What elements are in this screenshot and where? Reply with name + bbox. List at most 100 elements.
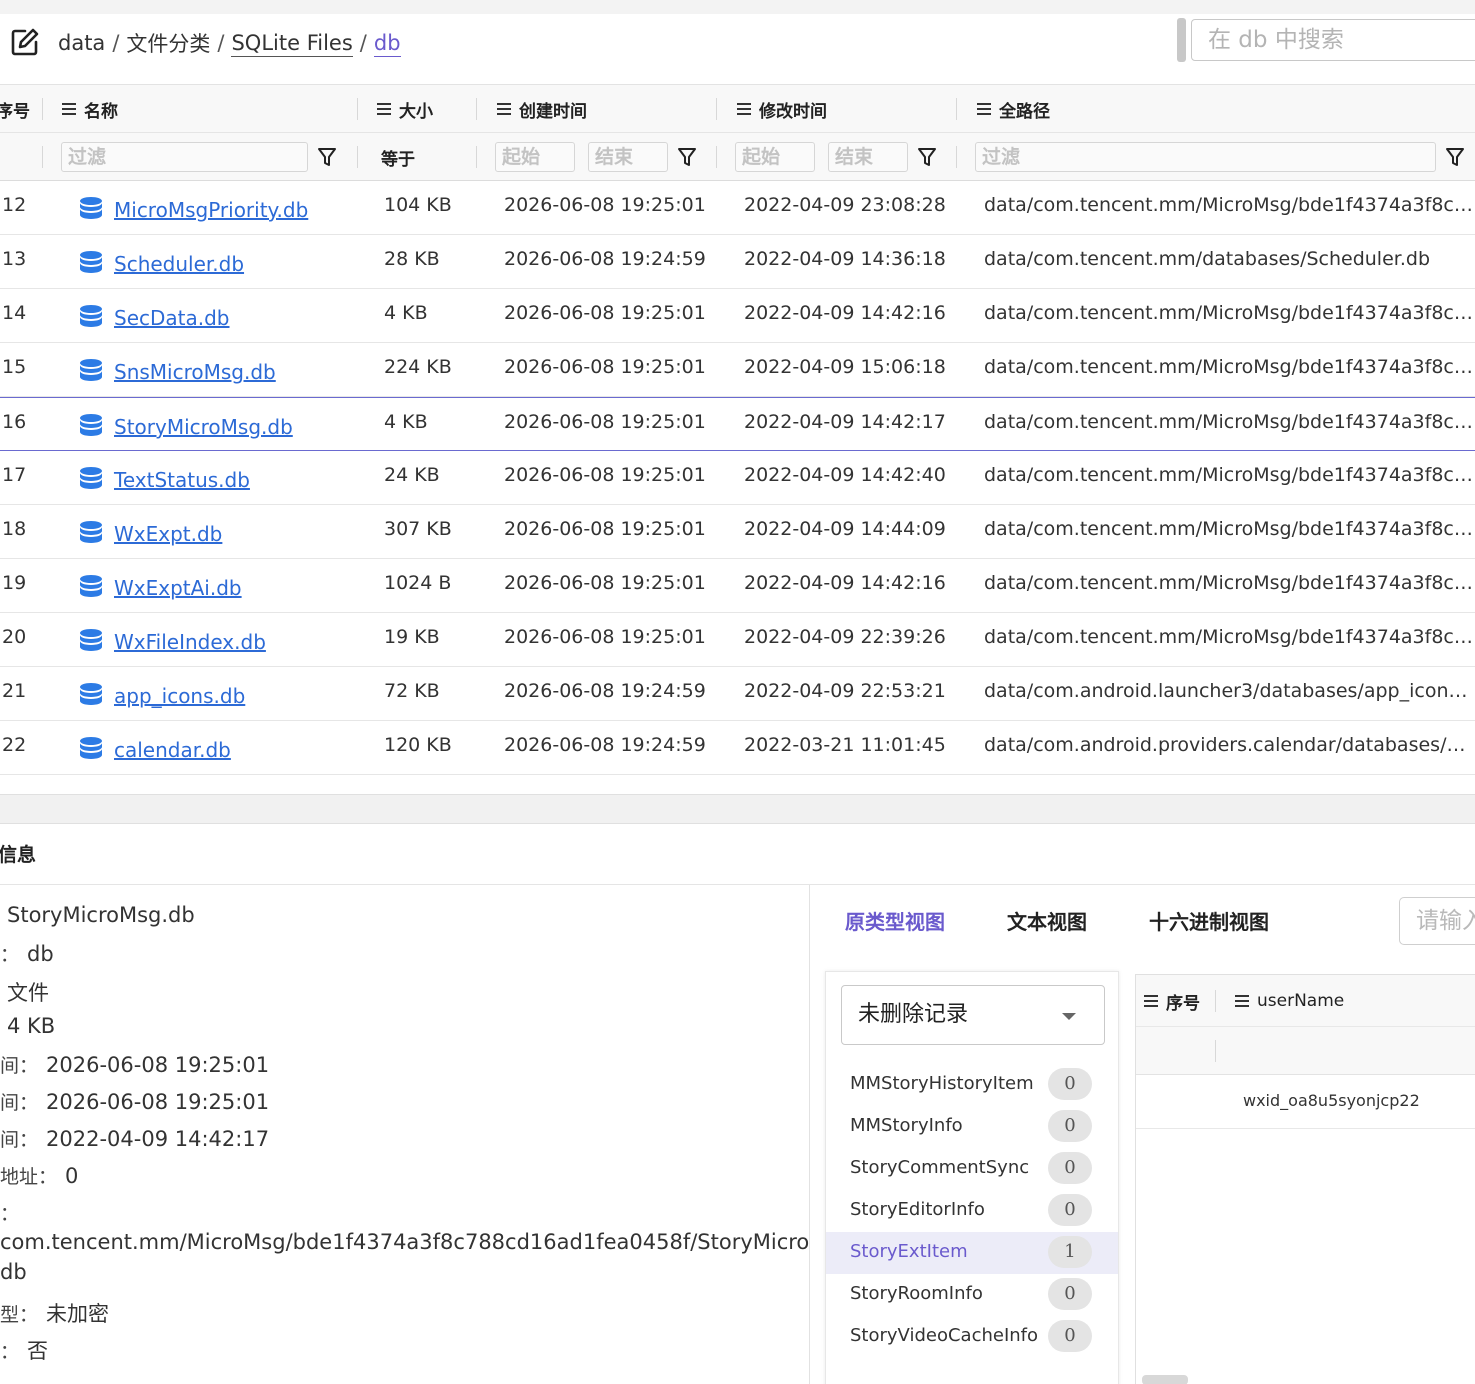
tab-text-view[interactable]: 文本视图 <box>1007 907 1087 939</box>
funnel-icon[interactable] <box>677 146 697 168</box>
info-value: com.tencent.mm/MicroMsg/bde1f4374a3f8c78… <box>0 1230 810 1254</box>
file-name-link[interactable]: app_icons.db <box>114 672 245 720</box>
column-separator[interactable] <box>956 98 957 120</box>
file-name-link[interactable]: SecData.db <box>114 294 230 342</box>
file-name-link[interactable]: TextStatus.db <box>114 456 250 504</box>
modified-end-input[interactable]: 结束 <box>828 142 908 172</box>
info-label: ： <box>0 1203 20 1225</box>
edit-icon[interactable] <box>10 27 40 57</box>
table-row[interactable]: 17 TextStatus.db 24 KB 2026-06-08 19:25:01 2… <box>0 451 1475 505</box>
file-name-cell: WxExptAi.db <box>78 559 358 613</box>
full-path: data/com.tencent.mm/MicroMsg/bde1f4374a3… <box>984 464 1475 486</box>
modified-start-input[interactable]: 起始 <box>735 142 815 172</box>
file-size: 307 KB <box>384 518 452 540</box>
table-list-item[interactable]: MMStoryHistoryItem 0 <box>826 1064 1118 1106</box>
name-filter-input[interactable]: 过滤 <box>61 142 308 172</box>
table-name: StoryVideoCacheInfo <box>850 1325 1039 1346</box>
row-index: 18 <box>2 518 27 540</box>
table-row[interactable]: 14 SecData.db 4 KB 2026-06-08 19:25:01 2022-… <box>0 289 1475 343</box>
column-header-name[interactable]: 名称 <box>62 85 118 133</box>
table-list-item[interactable]: StoryRoomInfo 0 <box>826 1274 1118 1316</box>
tab-hex-view[interactable]: 十六进制视图 <box>1149 907 1269 939</box>
column-label: userName <box>1257 991 1345 1011</box>
file-name-link[interactable]: StoryMicroMsg.db <box>114 403 293 451</box>
file-name-link[interactable]: WxExptAi.db <box>114 564 242 612</box>
breadcrumb-item-data[interactable]: data <box>58 31 105 55</box>
created-end-input[interactable]: 结束 <box>588 142 668 172</box>
viewer-search-input[interactable]: 请输入 <box>1399 897 1475 945</box>
column-header-modified[interactable]: 修改时间 <box>737 85 827 133</box>
menu-icon[interactable] <box>737 103 751 115</box>
row-index: 15 <box>2 356 27 378</box>
file-name-link[interactable]: SnsMicroMsg.db <box>114 348 276 396</box>
table-row[interactable]: 12 MicroMsgPriority.db 104 KB 2026-06-08 19… <box>0 181 1475 235</box>
column-header-size[interactable]: 大小 <box>377 85 433 133</box>
top-strip <box>0 0 1475 14</box>
table-row[interactable]: 16 StoryMicroMsg.db 4 KB 2026-06-08 19:25:0… <box>0 397 1475 451</box>
column-separator[interactable] <box>1215 990 1216 1012</box>
table-row-partial[interactable] <box>0 775 1475 794</box>
table-row[interactable]: 22 calendar.db 120 KB 2026-06-08 19:24:59 20… <box>0 721 1475 775</box>
menu-icon[interactable] <box>1144 995 1158 1007</box>
table-row[interactable]: 19 WxExptAi.db 1024 B 2026-06-08 19:25:01 20… <box>0 559 1475 613</box>
table-list-item[interactable]: StoryVideoCacheInfo 0 <box>826 1316 1118 1358</box>
database-icon <box>80 197 102 219</box>
info-value: 2022-04-09 14:42:17 <box>46 1127 270 1151</box>
table-list-item[interactable]: StoryCommentSync 0 <box>826 1148 1118 1190</box>
table-data-panel: 序号 userName wxid_oa8u5syonjcp22 <box>1135 974 1475 1384</box>
data-column-header-username[interactable]: userName <box>1235 975 1344 1027</box>
column-separator[interactable] <box>357 98 358 120</box>
funnel-icon[interactable] <box>317 146 337 168</box>
column-separator[interactable] <box>716 98 717 120</box>
column-separator[interactable] <box>476 98 477 120</box>
table-row[interactable]: 18 WxExpt.db 307 KB 2026-06-08 19:25:01 2022… <box>0 505 1475 559</box>
search-resize-handle[interactable] <box>1177 18 1186 62</box>
created-time: 2026-06-08 19:25:01 <box>504 626 706 648</box>
data-column-header-index[interactable]: 序号 <box>1144 975 1200 1027</box>
full-path: data/com.tencent.mm/MicroMsg/bde1f4374a3… <box>984 572 1475 594</box>
file-name-cell: WxExpt.db <box>78 505 358 559</box>
menu-icon[interactable] <box>377 103 391 115</box>
table-row[interactable]: 13 Scheduler.db 28 KB 2026-06-08 19:24:59 20… <box>0 235 1475 289</box>
menu-icon[interactable] <box>1235 995 1249 1007</box>
menu-icon[interactable] <box>497 103 511 115</box>
horizontal-scrollbar-thumb[interactable] <box>1142 1375 1188 1384</box>
file-size: 120 KB <box>384 734 452 756</box>
path-filter-input[interactable]: 过滤 <box>975 142 1436 172</box>
table-list-item[interactable]: StoryExtItem 1 <box>826 1232 1118 1274</box>
funnel-icon[interactable] <box>917 146 937 168</box>
tab-typed-view[interactable]: 原类型视图 <box>845 907 945 939</box>
file-size: 4 KB <box>384 302 428 324</box>
info-line: 地址： 0 <box>0 1162 78 1189</box>
created-time: 2026-06-08 19:24:59 <box>504 248 706 270</box>
search-input[interactable]: 在 db 中搜索 <box>1191 19 1475 61</box>
table-row[interactable]: wxid_oa8u5syonjcp22 <box>1136 1075 1475 1129</box>
table-list-item[interactable]: MMStoryInfo 0 <box>826 1106 1118 1148</box>
breadcrumb-item-category[interactable]: 文件分类 <box>126 28 210 58</box>
file-name-link[interactable]: WxFileIndex.db <box>114 618 266 666</box>
size-filter-operator[interactable]: 等于 <box>381 133 415 181</box>
menu-icon[interactable] <box>62 103 76 115</box>
column-separator[interactable] <box>42 98 43 120</box>
file-name-link[interactable]: Scheduler.db <box>114 240 244 288</box>
table-list-item[interactable]: StoryEditorInfo 0 <box>826 1190 1118 1232</box>
file-name-link[interactable]: calendar.db <box>114 726 231 774</box>
record-filter-select[interactable]: 未删除记录 <box>841 985 1105 1045</box>
column-header-created[interactable]: 创建时间 <box>497 85 587 133</box>
horizontal-scrollbar[interactable] <box>0 794 1475 824</box>
breadcrumb-item-sqlite[interactable]: SQLite Files <box>231 30 353 57</box>
funnel-icon[interactable] <box>1445 146 1465 168</box>
table-row[interactable]: 20 WxFileIndex.db 19 KB 2026-06-08 19:25:01… <box>0 613 1475 667</box>
table-row[interactable]: 21 app_icons.db 72 KB 2026-06-08 19:24:59 20… <box>0 667 1475 721</box>
created-start-input[interactable]: 起始 <box>495 142 575 172</box>
database-icon <box>80 521 102 543</box>
record-count-badge: 0 <box>1048 1068 1092 1100</box>
menu-icon[interactable] <box>977 103 991 115</box>
column-header-path[interactable]: 全路径 <box>977 85 1050 133</box>
file-name-cell: Scheduler.db <box>78 235 358 289</box>
file-name-link[interactable]: WxExpt.db <box>114 510 222 558</box>
table-row[interactable]: 15 SnsMicroMsg.db 224 KB 2026-06-08 19:25:0… <box>0 343 1475 397</box>
file-name-link[interactable]: MicroMsgPriority.db <box>114 186 308 234</box>
breadcrumb-item-current[interactable]: db <box>373 30 401 57</box>
column-header-index[interactable]: 序号 <box>0 85 30 133</box>
